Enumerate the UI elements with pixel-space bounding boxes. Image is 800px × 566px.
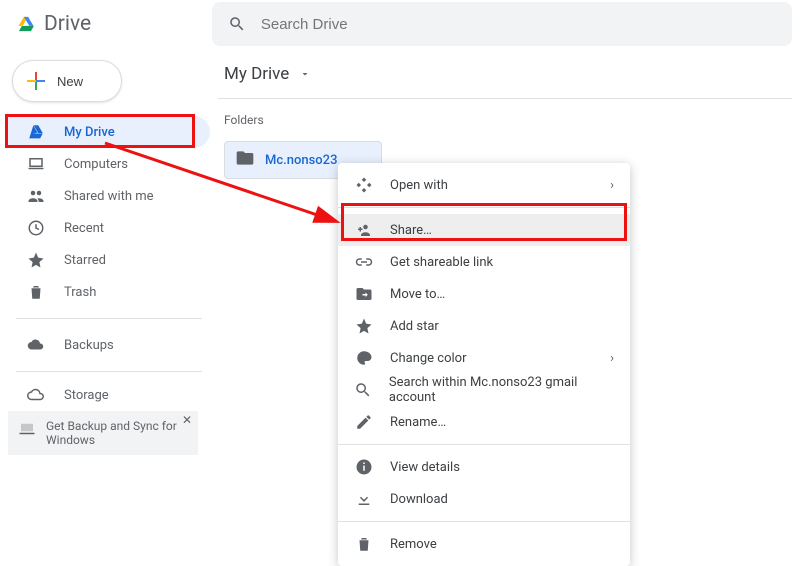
star-icon bbox=[26, 250, 46, 270]
close-icon[interactable]: ✕ bbox=[182, 413, 192, 427]
menu-remove[interactable]: Remove bbox=[338, 528, 630, 560]
nav-computers[interactable]: Computers bbox=[8, 148, 210, 180]
folder-name: Mc.nonso23 bbox=[265, 153, 337, 168]
menu-download[interactable]: Download bbox=[338, 483, 630, 515]
new-button-label: New bbox=[57, 74, 83, 89]
cloud-outline-icon bbox=[26, 385, 46, 405]
breadcrumb[interactable]: My Drive bbox=[218, 60, 792, 98]
logo-area[interactable]: Drive bbox=[16, 12, 212, 36]
palette-icon bbox=[354, 348, 374, 368]
new-button[interactable]: New bbox=[12, 60, 122, 102]
person-add-icon bbox=[354, 220, 374, 240]
menu-label: Share… bbox=[390, 223, 432, 238]
people-icon bbox=[26, 186, 46, 206]
breadcrumb-label: My Drive bbox=[224, 64, 289, 84]
menu-share[interactable]: Share… bbox=[338, 214, 630, 246]
cloud-icon bbox=[26, 335, 46, 355]
sidebar-divider bbox=[16, 371, 202, 372]
nav-storage[interactable]: Storage bbox=[8, 382, 210, 408]
menu-label: Get shareable link bbox=[390, 255, 493, 270]
link-icon bbox=[354, 252, 374, 272]
menu-label: Remove bbox=[390, 537, 437, 552]
info-icon bbox=[354, 457, 374, 477]
nav-recent[interactable]: Recent bbox=[8, 212, 210, 244]
nav-item-label: Trash bbox=[64, 285, 96, 300]
search-icon bbox=[228, 14, 247, 34]
search-icon bbox=[354, 380, 373, 400]
menu-separator bbox=[338, 444, 630, 445]
star-icon bbox=[354, 316, 374, 336]
drive-icon bbox=[26, 122, 46, 142]
menu-rename[interactable]: Rename… bbox=[338, 406, 630, 438]
nav-item-label: Starred bbox=[64, 253, 106, 268]
search-input[interactable] bbox=[259, 15, 776, 34]
menu-label: Change color bbox=[390, 351, 467, 366]
menu-label: Rename… bbox=[390, 415, 446, 430]
menu-open-with[interactable]: Open with › bbox=[338, 169, 630, 201]
computers-icon bbox=[26, 154, 46, 174]
sidebar-divider bbox=[16, 318, 202, 319]
nav-item-label: Backups bbox=[64, 338, 114, 353]
edit-icon bbox=[354, 412, 374, 432]
menu-label: Add star bbox=[390, 319, 439, 334]
toast-text: Get Backup and Sync for Windows bbox=[46, 419, 188, 447]
sidebar: New My Drive Computers Shared with me Re… bbox=[0, 48, 210, 455]
nav-my-drive[interactable]: My Drive bbox=[8, 116, 210, 148]
nav-shared-with-me[interactable]: Shared with me bbox=[8, 180, 210, 212]
menu-get-shareable-link[interactable]: Get shareable link bbox=[338, 246, 630, 278]
menu-label: Move to… bbox=[390, 287, 445, 302]
menu-separator bbox=[338, 207, 630, 208]
nav-item-label: Recent bbox=[64, 221, 104, 236]
app-header: Drive bbox=[0, 0, 800, 48]
menu-separator bbox=[338, 521, 630, 522]
open-with-icon bbox=[354, 175, 374, 195]
drive-logo-icon bbox=[16, 14, 36, 34]
nav-starred[interactable]: Starred bbox=[8, 244, 210, 276]
menu-label: Search within Mc.nonso23 gmail account bbox=[389, 375, 614, 405]
chevron-right-icon: › bbox=[610, 178, 614, 193]
trash-icon bbox=[26, 282, 46, 302]
menu-change-color[interactable]: Change color › bbox=[338, 342, 630, 374]
clock-icon bbox=[26, 218, 46, 238]
menu-label: View details bbox=[390, 460, 460, 475]
nav-item-label: Storage bbox=[64, 388, 109, 403]
folder-move-icon bbox=[354, 284, 374, 304]
menu-view-details[interactable]: View details bbox=[338, 451, 630, 483]
nav-item-label: Computers bbox=[64, 157, 128, 172]
plus-icon bbox=[27, 72, 45, 90]
nav-trash[interactable]: Trash bbox=[8, 276, 210, 308]
nav-item-label: Shared with me bbox=[64, 189, 154, 204]
nav-item-label: My Drive bbox=[64, 125, 115, 140]
folder-icon bbox=[235, 148, 255, 172]
trash-icon bbox=[354, 534, 374, 554]
chevron-right-icon: › bbox=[610, 351, 614, 366]
folders-section-label: Folders bbox=[218, 113, 792, 127]
menu-label: Open with bbox=[390, 178, 448, 193]
search-bar[interactable] bbox=[212, 2, 792, 46]
chevron-down-icon bbox=[295, 64, 315, 84]
menu-label: Download bbox=[390, 492, 448, 507]
menu-move-to[interactable]: Move to… bbox=[338, 278, 630, 310]
main-divider bbox=[218, 98, 792, 99]
menu-add-star[interactable]: Add star bbox=[338, 310, 630, 342]
app-title: Drive bbox=[44, 12, 91, 36]
context-menu: Open with › Share… Get shareable link Mo… bbox=[338, 163, 630, 566]
nav-backups[interactable]: Backups bbox=[8, 329, 210, 361]
download-icon bbox=[354, 489, 374, 509]
laptop-sync-icon bbox=[18, 419, 36, 439]
backup-sync-toast[interactable]: Get Backup and Sync for Windows ✕ bbox=[8, 411, 198, 455]
menu-search-within[interactable]: Search within Mc.nonso23 gmail account bbox=[338, 374, 630, 406]
